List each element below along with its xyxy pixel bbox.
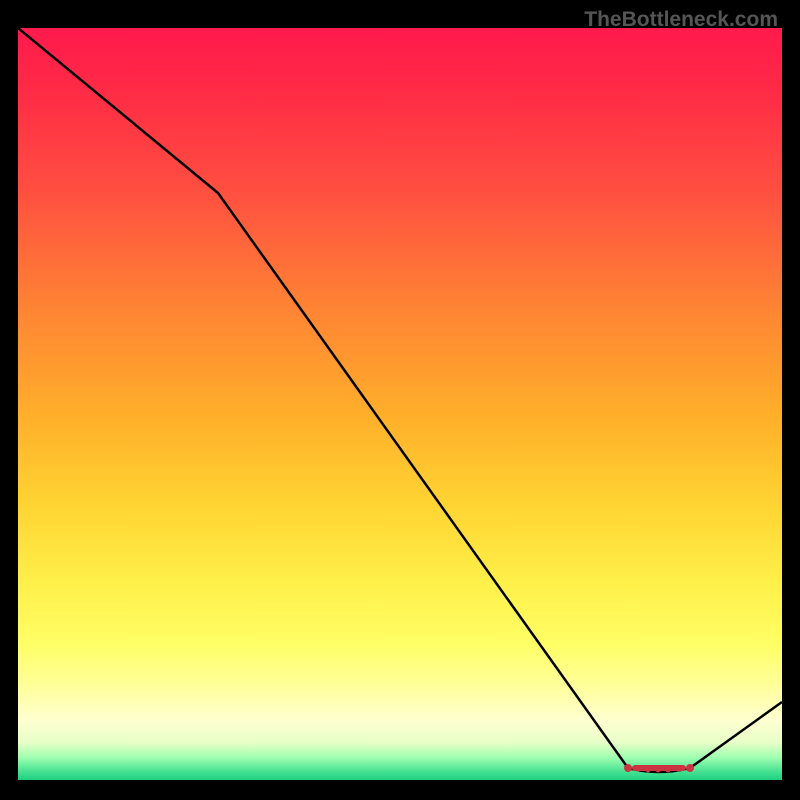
marker-dot xyxy=(656,768,661,773)
marker-dot xyxy=(686,764,694,772)
chart-container: TheBottleneck.com xyxy=(0,0,800,800)
marker-dot xyxy=(636,767,641,772)
line-curve xyxy=(18,28,782,780)
plot-area xyxy=(18,28,782,780)
marker-dot xyxy=(646,768,651,773)
marker-dot xyxy=(676,767,681,772)
marker-dot xyxy=(666,768,671,773)
watermark-text: TheBottleneck.com xyxy=(584,8,778,32)
marker-dot xyxy=(624,764,632,772)
data-line xyxy=(18,28,782,772)
marker-group xyxy=(624,764,694,773)
